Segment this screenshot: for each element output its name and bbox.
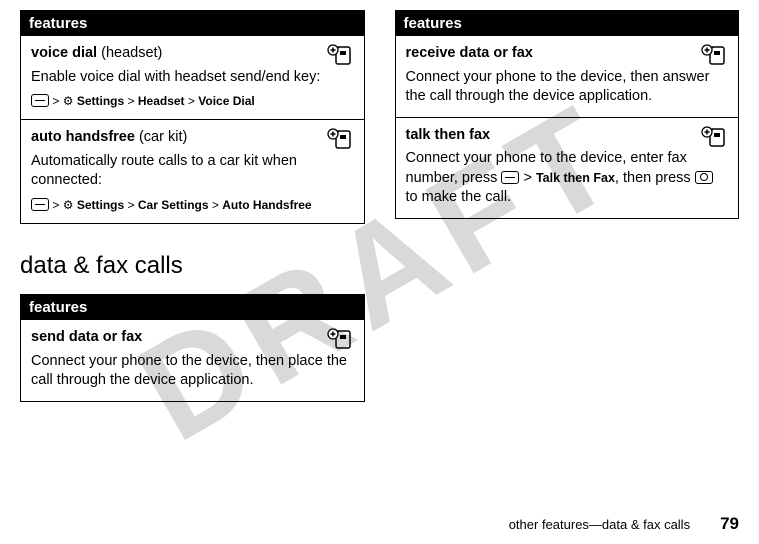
title-text: auto handsfree: [31, 129, 135, 145]
sim-plus-icon: [326, 328, 354, 350]
row-desc: Connect your phone to the device, then p…: [31, 352, 354, 391]
feature-row-receive-data-fax: receive data or fax Connect your phone t…: [396, 36, 739, 117]
gt: >: [128, 94, 135, 108]
menu-key-icon: [31, 198, 49, 211]
row-path: > ⚙ Settings > Car Settings > Auto Hands…: [31, 197, 354, 213]
send-key-icon: [695, 171, 713, 184]
row-desc: Enable voice dial with headset send/end …: [31, 68, 354, 88]
row-title: talk then fax: [406, 126, 729, 146]
page-content: features voice dial (headset) Enable voi…: [0, 0, 759, 420]
desc-c: to make the call.: [406, 189, 512, 205]
sim-plus-icon: [700, 44, 728, 66]
row-title: voice dial (headset): [31, 44, 354, 64]
path2: Car Settings: [138, 198, 209, 212]
table-header: features: [21, 11, 364, 36]
right-column: features receive data or fax Connect you…: [395, 10, 740, 420]
path3: Voice Dial: [198, 94, 254, 108]
feature-row-send-data-fax: send data or fax Connect your phone to t…: [21, 320, 364, 401]
page-footer: other features—data & fax calls 79: [509, 514, 739, 534]
gt: >: [523, 170, 531, 186]
features-table-2: features send data or fax Connect your p…: [20, 294, 365, 402]
path1: Settings: [77, 94, 124, 108]
table-header: features: [396, 11, 739, 36]
footer-text: other features—data & fax calls: [509, 517, 690, 532]
title-text: voice dial: [31, 45, 97, 61]
path3: Auto Handsfree: [222, 198, 311, 212]
title-paren: (headset): [101, 45, 162, 61]
sim-plus-icon: [326, 44, 354, 66]
gt: >: [52, 94, 59, 108]
row-title: send data or fax: [31, 328, 354, 348]
gt: >: [128, 198, 135, 212]
table-header: features: [21, 295, 364, 320]
row-title: auto handsfree (car kit): [31, 128, 354, 148]
feature-row-talk-then-fax: talk then fax Connect your phone to the …: [396, 117, 739, 218]
path1: Settings: [77, 198, 124, 212]
feature-row-auto-handsfree: auto handsfree (car kit) Automatically r…: [21, 119, 364, 223]
section-title-data-fax: data & fax calls: [20, 252, 365, 280]
row-title: receive data or fax: [406, 44, 729, 64]
title-paren: (car kit): [139, 129, 187, 145]
desc-b: , then press: [615, 170, 695, 186]
feature-row-voice-dial: voice dial (headset) Enable voice dial w…: [21, 36, 364, 119]
row-desc: Connect your phone to the device, then a…: [406, 68, 729, 107]
path1: Talk then Fax: [536, 171, 615, 185]
row-desc: Automatically route calls to a car kit w…: [31, 152, 354, 191]
path2: Headset: [138, 94, 185, 108]
left-column: features voice dial (headset) Enable voi…: [20, 10, 365, 420]
settings-icon: ⚙: [63, 94, 74, 108]
settings-icon: ⚙: [63, 198, 74, 212]
gt: >: [52, 198, 59, 212]
gt: >: [188, 94, 195, 108]
sim-plus-icon: [326, 128, 354, 150]
sim-plus-icon: [700, 126, 728, 148]
features-table-3: features receive data or fax Connect you…: [395, 10, 740, 219]
gt: >: [212, 198, 219, 212]
row-desc: Connect your phone to the device, enter …: [406, 149, 729, 208]
menu-key-icon: [31, 94, 49, 107]
page-number: 79: [720, 514, 739, 534]
row-path: > ⚙ Settings > Headset > Voice Dial: [31, 93, 354, 109]
features-table-1: features voice dial (headset) Enable voi…: [20, 10, 365, 224]
menu-key-icon: [501, 171, 519, 184]
